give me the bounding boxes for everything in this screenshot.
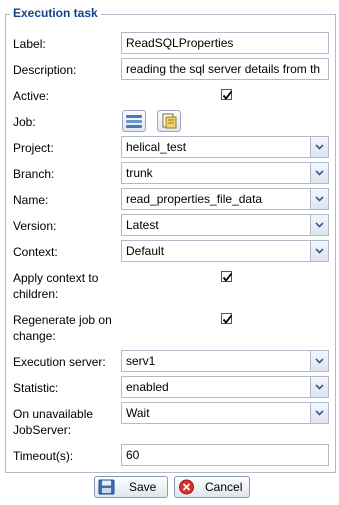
- job-list-icon: [126, 115, 142, 128]
- name-caption: Name:: [13, 193, 49, 207]
- name-dropdown-trigger[interactable]: [310, 189, 328, 209]
- checkmark-icon: [222, 272, 233, 282]
- chevron-down-icon: [315, 196, 324, 202]
- branch-select[interactable]: trunk: [121, 162, 329, 184]
- execution-server-caption: Execution server:: [13, 355, 106, 369]
- active-caption: Active:: [13, 89, 50, 103]
- chevron-down-icon: [315, 170, 324, 176]
- unavailable-caption-line1: On unavailable: [13, 407, 94, 421]
- timeout-caption: Timeout(s):: [13, 449, 74, 463]
- context-caption: Context:: [13, 245, 58, 259]
- execution-server-value: serv1: [126, 354, 156, 368]
- regenerate-caption-line1: Regenerate job on: [13, 313, 112, 327]
- select-job-button[interactable]: [122, 110, 146, 132]
- description-input[interactable]: [126, 62, 324, 76]
- name-value: read_properties_file_data: [126, 192, 263, 206]
- project-select[interactable]: helical_test: [121, 136, 329, 158]
- unavailable-select[interactable]: Wait: [121, 402, 329, 424]
- description-caption: Description:: [13, 63, 77, 77]
- label-caption: Label:: [13, 37, 46, 51]
- chevron-down-icon: [315, 410, 324, 416]
- apply-context-caption-line2: children:: [13, 287, 59, 301]
- project-dropdown-trigger[interactable]: [310, 137, 328, 157]
- apply-context-checkbox[interactable]: [221, 271, 233, 282]
- statistic-caption: Statistic:: [13, 381, 59, 395]
- save-button-label: Save: [129, 480, 157, 494]
- unavailable-caption: On unavailable JobServer:: [13, 406, 93, 438]
- unavailable-dropdown-trigger[interactable]: [310, 403, 328, 423]
- statistic-select[interactable]: enabled: [121, 376, 329, 398]
- cancel-button-label: Cancel: [205, 480, 243, 494]
- version-dropdown-trigger[interactable]: [310, 215, 328, 235]
- project-value: helical_test: [126, 140, 187, 154]
- project-caption: Project:: [13, 141, 54, 155]
- chevron-down-icon: [315, 144, 324, 150]
- label-input-box[interactable]: [121, 32, 329, 54]
- apply-context-caption: Apply context to children:: [13, 270, 98, 302]
- checkmark-icon: [222, 90, 233, 100]
- chevron-down-icon: [315, 358, 324, 364]
- version-value: Latest: [126, 218, 159, 232]
- save-disk-icon: [98, 479, 115, 495]
- job-caption: Job:: [13, 115, 36, 129]
- chevron-down-icon: [315, 248, 324, 254]
- chevron-down-icon: [315, 384, 324, 390]
- regenerate-checkbox[interactable]: [221, 313, 233, 324]
- statistic-value: enabled: [126, 380, 169, 394]
- name-select[interactable]: read_properties_file_data: [121, 188, 329, 210]
- regenerate-caption: Regenerate job on change:: [13, 312, 112, 344]
- apply-context-caption-line1: Apply context to: [13, 271, 99, 285]
- statistic-dropdown-trigger[interactable]: [310, 377, 328, 397]
- regenerate-caption-line2: change:: [13, 329, 56, 343]
- active-checkbox[interactable]: [221, 89, 233, 100]
- cancel-icon: [179, 479, 194, 495]
- branch-caption: Branch:: [13, 167, 55, 181]
- version-select[interactable]: Latest: [121, 214, 329, 236]
- unavailable-caption-line2: JobServer:: [13, 423, 72, 437]
- open-job-button[interactable]: [157, 110, 181, 132]
- folder-document-icon: [162, 113, 177, 129]
- description-input-box[interactable]: [121, 58, 329, 80]
- version-caption: Version:: [13, 219, 57, 233]
- execution-server-dropdown-trigger[interactable]: [310, 351, 328, 371]
- timeout-input-box[interactable]: [121, 444, 329, 466]
- branch-value: trunk: [126, 166, 153, 180]
- unavailable-value: Wait: [126, 406, 150, 420]
- save-button[interactable]: Save: [94, 476, 168, 498]
- context-value: Default: [126, 244, 165, 258]
- context-select[interactable]: Default: [121, 240, 329, 262]
- cancel-button[interactable]: Cancel: [174, 476, 250, 498]
- timeout-input[interactable]: [126, 448, 324, 462]
- execution-server-select[interactable]: serv1: [121, 350, 329, 372]
- context-dropdown-trigger[interactable]: [310, 241, 328, 261]
- label-input[interactable]: [126, 36, 324, 50]
- branch-dropdown-trigger[interactable]: [310, 163, 328, 183]
- fieldset-legend: Execution task: [10, 6, 101, 20]
- checkmark-icon: [222, 314, 233, 324]
- chevron-down-icon: [315, 222, 324, 228]
